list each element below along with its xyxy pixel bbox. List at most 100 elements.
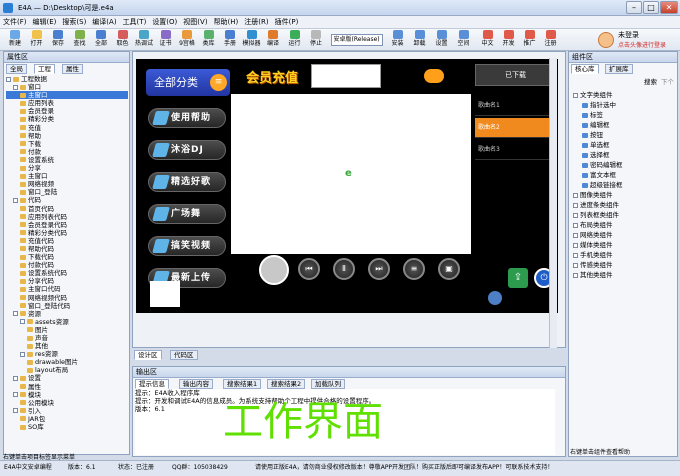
component-item[interactable]: 手机类组件: [573, 250, 675, 260]
component-item[interactable]: 选择框: [573, 150, 675, 160]
player-button[interactable]: ≡: [403, 258, 425, 280]
settings-icon[interactable]: [488, 291, 502, 305]
phone-menu-button[interactable]: 广场舞: [148, 204, 226, 224]
tree-item[interactable]: 下载代码: [6, 253, 128, 261]
component-item[interactable]: 图像类组件: [573, 190, 675, 200]
tree-item[interactable]: 资源: [6, 310, 128, 318]
expand-icon[interactable]: [20, 351, 25, 357]
tree-item[interactable]: 会员登录: [6, 107, 128, 115]
toolbar-button[interactable]: 打开: [26, 30, 48, 50]
tree-item[interactable]: 分享代码: [6, 277, 128, 285]
minimize-button[interactable]: –: [626, 1, 642, 14]
toolbar-button[interactable]: 注册: [540, 30, 562, 50]
expand-icon[interactable]: [573, 192, 578, 198]
tree-item[interactable]: 其他: [6, 342, 128, 350]
expand-icon[interactable]: [573, 252, 578, 258]
tree-item[interactable]: 声音: [6, 334, 128, 342]
toolbar-button[interactable]: 9宫格: [176, 30, 198, 50]
menu-item[interactable]: 设置(O): [149, 16, 180, 29]
tree-item[interactable]: SO库: [6, 423, 128, 431]
component-item[interactable]: 网络类组件: [573, 230, 675, 240]
tree-item[interactable]: 精彩分类代码: [6, 229, 128, 237]
player-button[interactable]: ▣: [438, 258, 460, 280]
menu-item[interactable]: 编译(A): [89, 16, 119, 29]
player-button[interactable]: Ⅱ: [333, 258, 355, 280]
component-item[interactable]: 编辑框: [573, 120, 675, 130]
output-tab[interactable]: 输出内容: [179, 379, 213, 389]
expand-icon[interactable]: [13, 375, 18, 381]
component-item[interactable]: 密码编辑框: [573, 160, 675, 170]
album-cover[interactable]: [259, 255, 289, 285]
expand-icon[interactable]: [13, 311, 18, 317]
expand-icon[interactable]: [13, 392, 18, 398]
tree-item[interactable]: 窗口_登陆: [6, 188, 128, 196]
toolbar-button[interactable]: 模拟器: [241, 30, 263, 50]
component-item[interactable]: 其他类组件: [573, 270, 675, 280]
toolbar-button[interactable]: 推广: [519, 30, 541, 50]
menu-item[interactable]: 插件(P): [272, 16, 302, 29]
toolbar-button[interactable]: 取色: [112, 30, 134, 50]
tree-item[interactable]: 图片: [6, 326, 128, 334]
menu-item[interactable]: 编辑(E): [30, 16, 60, 29]
tree-item[interactable]: 设置系统: [6, 156, 128, 164]
close-button[interactable]: ✕: [660, 1, 678, 14]
tree-item[interactable]: 分享: [6, 164, 128, 172]
toolbar-button[interactable]: 新建: [4, 30, 26, 50]
tree-item[interactable]: 下载: [6, 140, 128, 148]
tab-1[interactable]: 工程: [34, 64, 55, 74]
tree-item[interactable]: 精彩分类: [6, 115, 128, 123]
menu-item[interactable]: 工具(T): [120, 16, 150, 29]
expand-icon[interactable]: [573, 92, 578, 98]
tree-item[interactable]: 网络视频代码: [6, 294, 128, 302]
toolbar-button[interactable]: 卸载: [409, 30, 431, 50]
component-item[interactable]: 进度条类组件: [573, 200, 675, 210]
tree-item[interactable]: 属性: [6, 383, 128, 391]
toolbar-button[interactable]: 类库: [198, 30, 220, 50]
toolbar-button[interactable]: 查找: [69, 30, 91, 50]
tree-item[interactable]: layout布局: [6, 366, 128, 374]
tree-item[interactable]: 主窗口: [6, 91, 128, 100]
phone-menu-button[interactable]: 沐浴DJ: [148, 140, 226, 160]
output-tab[interactable]: 搜索结果1: [223, 379, 262, 389]
tree-item[interactable]: 网络视频: [6, 180, 128, 188]
expand-icon[interactable]: [573, 242, 578, 248]
tree-item[interactable]: 付款代码: [6, 261, 128, 269]
login-link[interactable]: 点击头像进行登录: [618, 40, 666, 49]
component-item[interactable]: 布局类组件: [573, 220, 675, 230]
component-item[interactable]: 媒体类组件: [573, 240, 675, 250]
expand-icon[interactable]: [20, 319, 25, 325]
tree-item[interactable]: 付款: [6, 148, 128, 156]
song-row[interactable]: 歌曲名3: [475, 140, 556, 160]
toolbar-button[interactable]: 开发: [498, 30, 520, 50]
design-tab[interactable]: 设计区: [134, 350, 162, 360]
expand-icon[interactable]: [6, 76, 11, 82]
menu-item[interactable]: 视图(V): [180, 16, 210, 29]
component-item[interactable]: 列表框类组件: [573, 210, 675, 220]
tree-item[interactable]: 应用列表代码: [6, 213, 128, 221]
tree-item[interactable]: 工程数据: [6, 75, 128, 83]
tree-item[interactable]: 设置: [6, 374, 128, 382]
toolbar-button[interactable]: 手册: [219, 30, 241, 50]
menu-item[interactable]: 搜索(S): [59, 16, 89, 29]
tree-item[interactable]: 帮助代码: [6, 245, 128, 253]
tree-item[interactable]: 充值: [6, 124, 128, 132]
tree-item[interactable]: 首页代码: [6, 205, 128, 213]
tab-2[interactable]: 属性: [62, 64, 83, 74]
tree-item[interactable]: 代码: [6, 196, 128, 204]
tree-item[interactable]: 会员登录代码: [6, 221, 128, 229]
player-button[interactable]: ⏭: [368, 258, 390, 280]
maximize-button[interactable]: □: [643, 1, 659, 14]
component-item[interactable]: 传感类组件: [573, 260, 675, 270]
search-label[interactable]: 搜索: [644, 76, 660, 86]
tree-item[interactable]: JAR包: [6, 415, 128, 423]
tree-item[interactable]: 公用模块: [6, 399, 128, 407]
phone-menu-button[interactable]: 搞笑视频: [148, 236, 226, 256]
expand-icon[interactable]: [573, 262, 578, 268]
vip-banner[interactable]: 会员充值: [246, 64, 304, 94]
toolbar-button[interactable]: 保存: [47, 30, 69, 50]
tree-item[interactable]: assets资源: [6, 318, 128, 326]
tree-item[interactable]: 主窗口: [6, 172, 128, 180]
menu-icon[interactable]: ≡: [210, 74, 227, 91]
phone-menu-button[interactable]: 精选好歌: [148, 172, 226, 192]
menu-item[interactable]: 文件(F): [0, 16, 30, 29]
